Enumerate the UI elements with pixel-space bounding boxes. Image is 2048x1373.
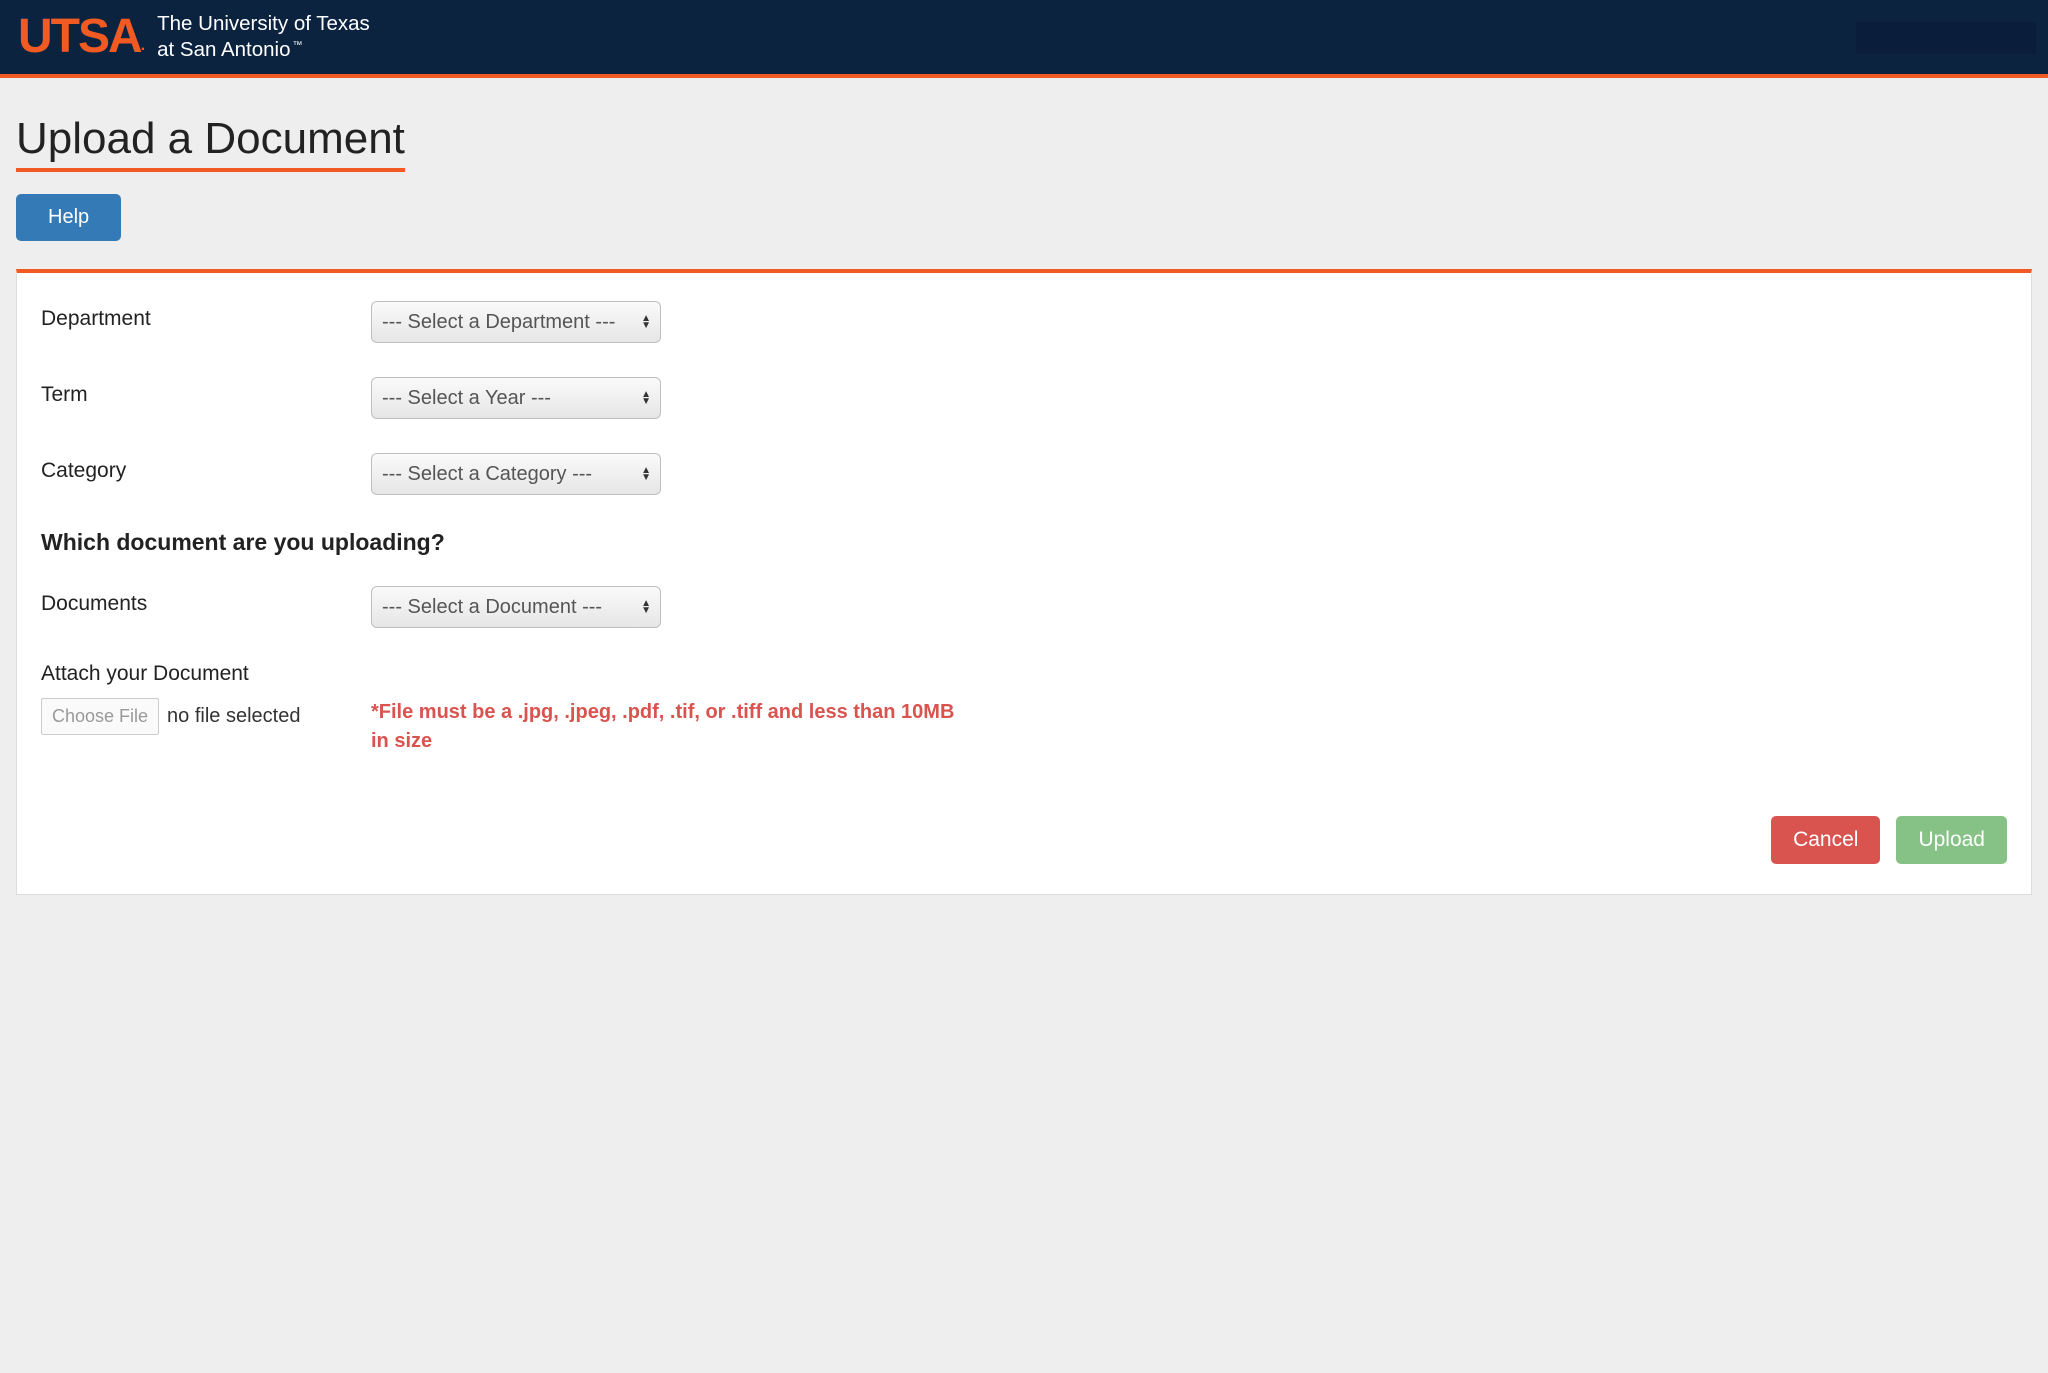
- term-label: Term: [41, 377, 371, 407]
- upload-form-panel: Department --- Select a Department --- ▲…: [16, 269, 2032, 895]
- upload-button[interactable]: Upload: [1896, 816, 2007, 864]
- documents-label: Documents: [41, 586, 371, 616]
- form-buttons: Cancel Upload: [41, 816, 2007, 864]
- utsa-logo: UTSA.: [18, 13, 143, 61]
- attach-row: Choose File no file selected *File must …: [41, 698, 2007, 756]
- documents-select-container: --- Select a Document --- ▲▼: [371, 586, 661, 628]
- category-row: Category --- Select a Category --- ▲▼: [41, 453, 2007, 495]
- category-select[interactable]: --- Select a Category ---: [371, 453, 661, 495]
- documents-row: Documents --- Select a Document --- ▲▼: [41, 586, 2007, 628]
- page-content: Upload a Document Help Department --- Se…: [0, 78, 2048, 895]
- logo-area: UTSA. The University of Texas at San Ant…: [18, 11, 370, 62]
- university-line1: The University of Texas: [157, 11, 370, 37]
- file-constraint-text: *File must be a .jpg, .jpeg, .pdf, .tif,…: [371, 698, 971, 756]
- term-select-container: --- Select a Year --- ▲▼: [371, 377, 661, 419]
- choose-file-button[interactable]: Choose File: [41, 698, 159, 735]
- site-header: UTSA. The University of Texas at San Ant…: [0, 0, 2048, 78]
- section-heading: Which document are you uploading?: [41, 529, 2007, 556]
- help-button[interactable]: Help: [16, 194, 121, 241]
- file-input-wrap: Choose File no file selected: [41, 698, 371, 735]
- term-row: Term --- Select a Year --- ▲▼: [41, 377, 2007, 419]
- logo-dot: .: [141, 37, 143, 54]
- trademark-symbol: ™: [293, 40, 303, 51]
- header-right-placeholder: [1856, 22, 2036, 54]
- documents-select[interactable]: --- Select a Document ---: [371, 586, 661, 628]
- attach-label: Attach your Document: [41, 662, 2007, 686]
- department-select[interactable]: --- Select a Department ---: [371, 301, 661, 343]
- department-select-container: --- Select a Department --- ▲▼: [371, 301, 661, 343]
- category-select-container: --- Select a Category --- ▲▼: [371, 453, 661, 495]
- category-label: Category: [41, 453, 371, 483]
- logo-text: UTSA: [18, 10, 141, 63]
- page-title: Upload a Document: [16, 114, 405, 172]
- department-label: Department: [41, 301, 371, 331]
- term-select[interactable]: --- Select a Year ---: [371, 377, 661, 419]
- file-status-text: no file selected: [167, 705, 300, 728]
- university-name: The University of Texas at San Antonio™: [157, 11, 370, 62]
- cancel-button[interactable]: Cancel: [1771, 816, 1880, 864]
- university-line2: at San Antonio™: [157, 37, 370, 63]
- department-row: Department --- Select a Department --- ▲…: [41, 301, 2007, 343]
